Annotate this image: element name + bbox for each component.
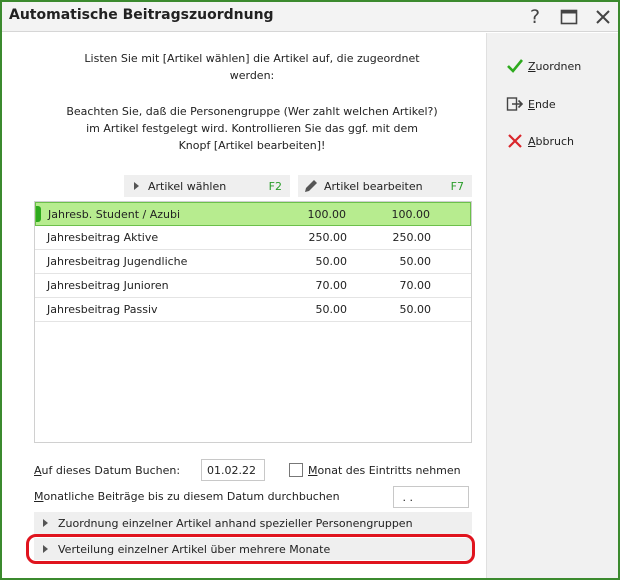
intro-line: Listen Sie mit [Artikel wählen] die Arti… — [84, 52, 420, 65]
triangle-right-icon — [134, 182, 139, 190]
intro-line: Beachten Sie, daß die Personengruppe (We… — [66, 105, 438, 118]
list-item[interactable]: Jahresb. Student / Azubi 100.00 100.00 — [35, 202, 471, 226]
end-button[interactable]: Ende — [505, 93, 556, 115]
article-name: Jahresbeitrag Aktive — [47, 231, 159, 244]
help-icon: ? — [529, 6, 541, 28]
article-value: 50.00 — [315, 255, 348, 268]
list-item[interactable]: Jahresbeitrag Jugendliche 50.00 50.00 — [35, 250, 471, 274]
help-button[interactable]: ? — [522, 5, 548, 29]
booking-date-input[interactable] — [201, 459, 265, 481]
entry-month-label: Monat des Eintritts nehmen — [308, 464, 461, 477]
exit-icon — [506, 97, 524, 111]
checkmark-icon — [507, 59, 524, 73]
window-title: Automatische Beitragszuordnung — [9, 7, 274, 23]
assign-label: Zuordnen — [528, 59, 582, 73]
assign-button[interactable]: Zuordnen — [505, 55, 581, 77]
intro-line: werden: — [229, 69, 275, 82]
group-assignment-expander[interactable]: Zuordnung einzelner Artikel anhand spezi… — [34, 512, 472, 534]
article-name: Jahresbeitrag Passiv — [47, 303, 158, 316]
article-value: 70.00 — [399, 279, 432, 292]
select-article-shortcut: F2 — [268, 179, 282, 193]
article-value: 100.00 — [307, 207, 347, 221]
article-value: 50.00 — [399, 255, 432, 268]
article-value: 50.00 — [315, 303, 348, 316]
action-panel: Zuordnen Ende Abbruch — [486, 33, 618, 578]
highlight-annotation — [26, 534, 475, 564]
intro-line: im Artikel festgelegt wird. Kontrolliere… — [86, 122, 418, 135]
edit-article-button[interactable]: Artikel bearbeiten F7 — [298, 175, 472, 197]
triangle-right-icon — [43, 519, 48, 527]
article-value: 50.00 — [399, 303, 432, 316]
cancel-label: Abbruch — [528, 134, 575, 148]
close-button[interactable] — [590, 5, 616, 29]
article-name: Jahresbeitrag Junioren — [47, 279, 169, 292]
list-item[interactable]: Jahresbeitrag Junioren 70.00 70.00 — [35, 274, 471, 298]
maximize-icon — [560, 9, 578, 25]
booking-date-label: Auf dieses Datum Buchen: — [34, 464, 181, 477]
select-article-button[interactable]: Artikel wählen F2 — [124, 175, 290, 197]
maximize-button[interactable] — [556, 5, 582, 29]
intro-note: Beachten Sie, daß die Personengruppe (We… — [42, 103, 462, 154]
cancel-icon — [508, 134, 522, 148]
dialog-window: Automatische Beitragszuordnung ? Listen … — [0, 0, 620, 580]
article-value: 70.00 — [315, 279, 348, 292]
edit-article-label: Artikel bearbeiten — [324, 179, 423, 193]
select-article-label: Artikel wählen — [148, 179, 227, 193]
list-item[interactable]: Jahresbeitrag Passiv 50.00 50.00 — [35, 298, 471, 322]
article-name: Jahresb. Student / Azubi — [48, 207, 181, 221]
close-icon — [596, 10, 610, 24]
monthly-booking-label: Monatliche Beiträge bis zu diesem Datum … — [34, 490, 340, 503]
article-name: Jahresbeitrag Jugendliche — [47, 255, 188, 268]
article-value: 250.00 — [308, 231, 348, 244]
article-list[interactable]: Jahresb. Student / Azubi 100.00 100.00 J… — [34, 201, 472, 443]
pencil-icon — [305, 180, 317, 192]
article-value: 100.00 — [391, 207, 431, 221]
list-item[interactable]: Jahresbeitrag Aktive 250.00 250.00 — [35, 226, 471, 250]
end-label: Ende — [528, 97, 556, 111]
article-value: 250.00 — [392, 231, 432, 244]
group-assignment-label: Zuordnung einzelner Artikel anhand spezi… — [58, 516, 413, 530]
intro-instructions: Listen Sie mit [Artikel wählen] die Arti… — [42, 50, 462, 84]
title-bar: Automatische Beitragszuordnung ? — [2, 2, 618, 32]
entry-month-checkbox[interactable] — [289, 463, 303, 477]
intro-line: Knopf [Artikel bearbeiten]! — [178, 139, 326, 152]
cancel-button[interactable]: Abbruch — [505, 130, 574, 152]
selection-marker — [36, 206, 41, 222]
monthly-booking-input[interactable] — [393, 486, 469, 508]
edit-article-shortcut: F7 — [450, 179, 464, 193]
